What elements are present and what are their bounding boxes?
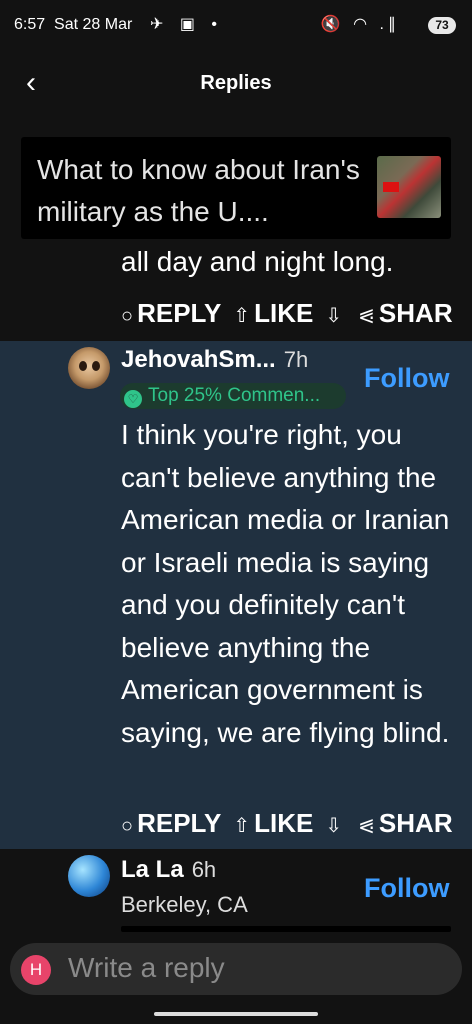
status-bar: 6:57 Sat 28 Mar ✈ ▣ • 🔇 ◠ .∥ 73 <box>0 0 472 52</box>
comment-location: Berkeley, CA <box>121 892 248 917</box>
reply-button[interactable]: ○ REPLY <box>121 808 221 838</box>
article-card[interactable]: What to know about Iran's military as th… <box>21 137 451 239</box>
comment-time: 6h <box>191 857 217 882</box>
comment-username[interactable]: La La 6h <box>121 856 216 884</box>
upvote-icon: ⇧ <box>233 305 251 327</box>
upvote-icon: ⇧ <box>233 815 251 837</box>
comment-text-fragment: all day and night long. <box>121 246 394 277</box>
share-icon: ⪗ <box>358 305 375 327</box>
comment-username[interactable]: JehovahSm... 7h <box>121 346 308 374</box>
avatar[interactable] <box>68 347 110 389</box>
downvote-icon[interactable]: ⇩ <box>325 815 342 837</box>
status-right-icons: 🔇 ◠ .∥ <box>320 16 400 33</box>
status-left-icons: ✈ ▣ • <box>150 16 224 33</box>
home-indicator[interactable] <box>154 1012 318 1016</box>
downvote-icon[interactable]: ⇩ <box>325 305 342 327</box>
chat-bubble-icon: ○ <box>121 305 134 327</box>
comment-actions: ○ REPLY ⇧ LIKE ⇩ ⪗ SHAR <box>121 298 453 329</box>
avatar-eye <box>79 361 87 371</box>
status-time: 6:57 Sat 28 Mar <box>14 16 133 33</box>
article-thumbnail <box>377 156 441 218</box>
reply-button[interactable]: ○ REPLY <box>121 298 221 328</box>
page-title: Replies <box>200 72 272 94</box>
badge-icon: ♡ <box>124 390 142 408</box>
follow-button[interactable]: Follow <box>364 873 449 904</box>
user-avatar: H <box>21 955 51 985</box>
avatar[interactable] <box>68 855 110 897</box>
comment-text: I think you're right, you can't believe … <box>121 419 450 748</box>
comment-time: 7h <box>283 347 309 372</box>
reply-input[interactable]: H Write a reply <box>10 943 462 995</box>
battery-icon: 73 <box>428 17 456 34</box>
reply-placeholder: Write a reply <box>68 952 225 983</box>
article-title: What to know about Iran's military as th… <box>37 154 360 227</box>
comment-actions: ○ REPLY ⇧ LIKE ⇩ ⪗ SHAR <box>121 808 453 839</box>
commenter-badge[interactable]: ♡ Top 25% Commen... <box>120 383 346 409</box>
avatar-eye <box>92 361 100 371</box>
share-icon: ⪗ <box>358 815 375 837</box>
flag-icon <box>383 182 399 192</box>
share-button[interactable]: ⪗ SHAR <box>358 808 452 838</box>
like-button[interactable]: ⇧ LIKE <box>233 808 313 838</box>
like-button[interactable]: ⇧ LIKE <box>233 298 313 328</box>
chat-bubble-icon: ○ <box>121 815 134 837</box>
follow-button[interactable]: Follow <box>364 363 449 394</box>
divider <box>121 926 451 932</box>
share-button[interactable]: ⪗ SHAR <box>358 298 452 328</box>
